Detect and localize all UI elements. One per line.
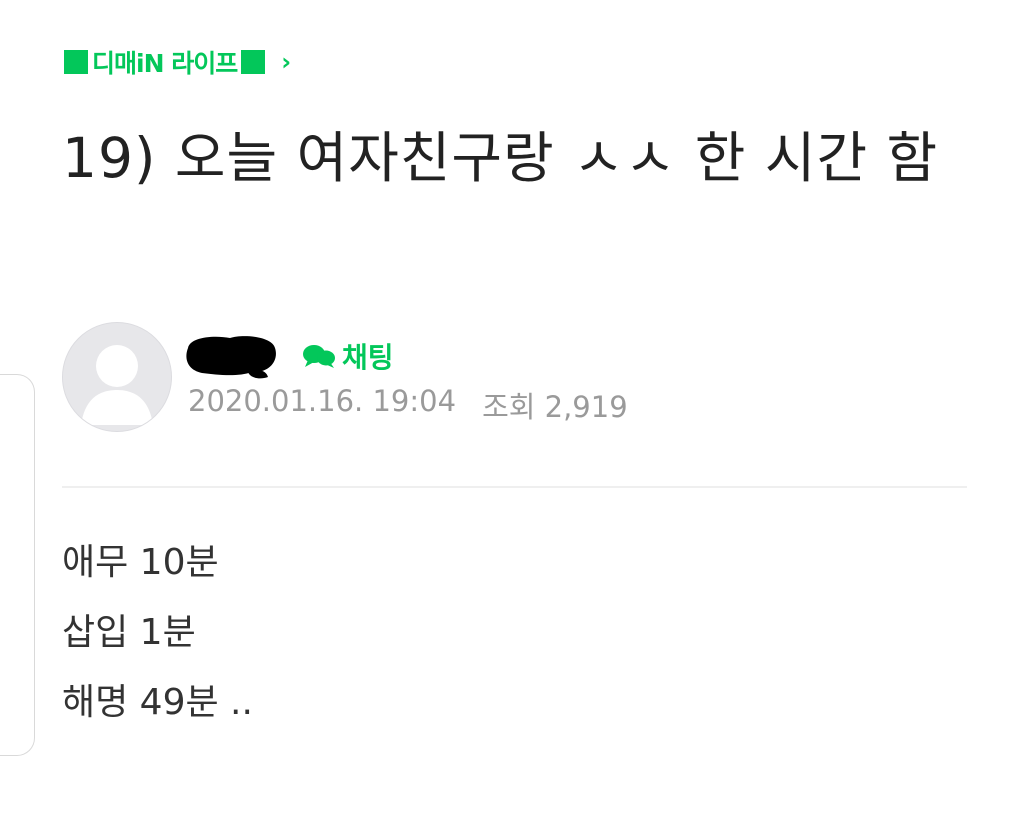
- post-body: 애무 10분 삽입 1분 해명 49분 ..: [62, 528, 253, 738]
- green-square-icon: [64, 50, 88, 74]
- chat-bubbles-icon: [303, 345, 335, 368]
- post-body-line: 해명 49분 ..: [62, 682, 253, 723]
- board-breadcrumb[interactable]: 디매iN 라이프 ›: [64, 44, 291, 80]
- left-bracket-decoration: [0, 374, 35, 756]
- post-title: 19) 오늘 여자친구랑 ㅅㅅ 한 시간 함: [62, 126, 939, 190]
- chat-link[interactable]: 채팅: [302, 336, 394, 376]
- post-body-line: 애무 10분: [62, 542, 219, 583]
- post-body-line: 삽입 1분: [62, 612, 196, 653]
- green-square-icon: [241, 50, 266, 74]
- author-name-redacted[interactable]: [180, 330, 280, 380]
- post-date: 2020.01.16. 19:04: [188, 384, 457, 418]
- chevron-right-icon[interactable]: ›: [281, 48, 291, 76]
- default-profile-icon[interactable]: [62, 322, 172, 432]
- chat-label: 채팅: [342, 341, 394, 374]
- post-meta: 2020.01.16. 19:04 조회 2,919: [188, 384, 628, 426]
- divider: [62, 486, 967, 488]
- view-count: 조회 2,919: [482, 390, 628, 424]
- board-name[interactable]: 디매iN 라이프: [92, 44, 238, 80]
